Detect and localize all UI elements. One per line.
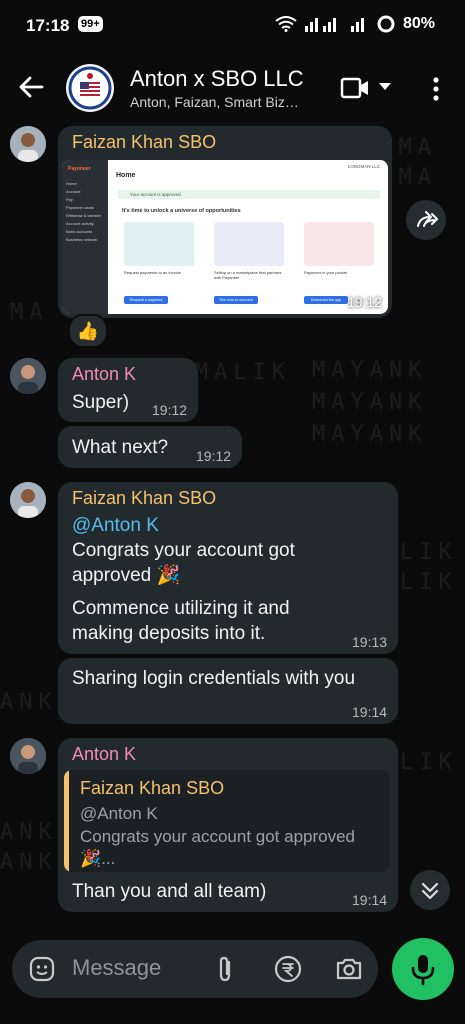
more-options-icon[interactable] xyxy=(430,76,442,102)
message-text: Than you and all team) xyxy=(72,881,267,902)
notification-badge: 99+ xyxy=(78,16,103,32)
quoted-message[interactable]: Faizan Khan SBO @Anton K Congrats your a… xyxy=(64,770,390,872)
avatar-faizan[interactable] xyxy=(10,126,46,162)
message-bubble-reply[interactable]: Anton K Faizan Khan SBO @Anton K Congrat… xyxy=(58,738,398,912)
mention[interactable]: @Anton K xyxy=(72,513,159,538)
scroll-to-bottom-button[interactable] xyxy=(410,870,450,910)
message-time: 19:13 xyxy=(352,634,388,650)
forward-button[interactable] xyxy=(406,200,446,240)
sender-name: Anton K xyxy=(72,744,137,764)
chat-participants[interactable]: Anton, Faizan, Smart Biz… xyxy=(130,94,299,110)
status-time: 17:18 xyxy=(26,16,70,35)
screenshot-sidebar: Payoneer Home Account Pay Payoneer cards… xyxy=(62,160,108,314)
wifi-icon xyxy=(275,16,297,32)
signal-icon xyxy=(304,18,336,32)
reaction-badge[interactable]: 👍 xyxy=(68,314,108,348)
microphone-icon xyxy=(411,955,435,986)
emoji-icon[interactable] xyxy=(28,955,56,983)
group-avatar[interactable] xyxy=(66,64,114,112)
message-time: 19:14 xyxy=(352,704,388,720)
quoted-mention: @Anton K xyxy=(80,804,158,823)
message-bubble[interactable]: Anton K Super) 19:12 xyxy=(58,358,198,422)
status-bar: 17:18 99+ 80% xyxy=(0,0,465,52)
attach-icon[interactable] xyxy=(214,954,236,984)
voice-message-button[interactable] xyxy=(392,938,454,1000)
message-bubble-image[interactable]: Faizan Khan SBO Payoneer Home Account Pa… xyxy=(58,126,392,318)
payment-rupee-icon[interactable] xyxy=(273,954,303,984)
sender-name: Faizan Khan SBO xyxy=(72,488,217,508)
camera-icon[interactable] xyxy=(334,954,364,984)
double-chevron-down-icon xyxy=(421,882,439,900)
chat-title[interactable]: Anton x SBO LLC xyxy=(130,66,304,92)
message-input[interactable]: Message xyxy=(72,955,161,981)
battery-icon xyxy=(377,15,395,33)
message-time: 19:12 xyxy=(196,448,232,464)
message-time: 19:14 xyxy=(352,892,388,908)
message-bubble[interactable]: Sharing login credentials with you 19:14 xyxy=(58,658,398,724)
message-bubble[interactable]: What next? 19:12 xyxy=(58,426,242,468)
message-composer: Message xyxy=(12,940,378,998)
quote-bar xyxy=(64,770,69,872)
message-text: Commence utilizing it and making deposit… xyxy=(72,598,290,644)
message-time: 19:12 xyxy=(346,294,382,310)
sender-name: Faizan Khan SBO xyxy=(72,132,217,152)
message-text: What next? xyxy=(72,437,169,458)
video-call-icon[interactable] xyxy=(340,76,370,100)
shared-screenshot[interactable]: Payoneer Home Account Pay Payoneer cards… xyxy=(62,160,388,314)
avatar-anton[interactable] xyxy=(10,738,46,774)
signal-icon-2 xyxy=(350,18,364,32)
avatar-faizan[interactable] xyxy=(10,482,46,518)
avatar-anton[interactable] xyxy=(10,358,46,394)
message-time: 19:12 xyxy=(152,402,188,418)
battery-level: 80% xyxy=(402,15,435,32)
quoted-sender: Faizan Khan SBO xyxy=(80,778,225,798)
message-text: Sharing login credentials with you xyxy=(72,668,356,689)
sender-name: Anton K xyxy=(72,364,137,384)
forward-icon xyxy=(417,211,439,227)
quoted-text: Congrats your account got approved 🎉... xyxy=(80,827,356,868)
chevron-down-icon[interactable] xyxy=(378,82,392,92)
chat-header: Anton x SBO LLC Anton, Faizan, Smart Biz… xyxy=(0,52,465,124)
message-bubble[interactable]: Faizan Khan SBO @Anton K Congrats your a… xyxy=(58,482,398,654)
message-text: Super) xyxy=(72,392,130,413)
message-text: Congrats your account got approved 🎉 xyxy=(72,540,295,586)
back-arrow-icon[interactable] xyxy=(16,72,46,102)
